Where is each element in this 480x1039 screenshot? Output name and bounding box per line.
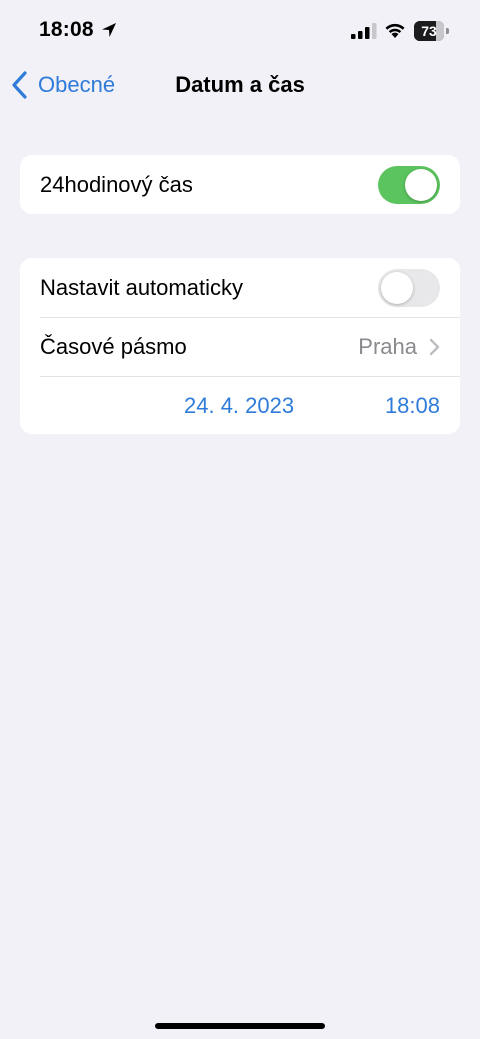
row-set-automatically: Nastavit automaticky — [20, 258, 460, 317]
row-label-24-hour-time: 24hodinový čas — [40, 171, 193, 197]
home-indicator — [155, 1023, 325, 1029]
status-time: 18:08 — [39, 18, 94, 41]
battery-icon: 73 — [414, 21, 450, 41]
settings-group-format: 24hodinový čas — [20, 155, 460, 214]
settings-group-datetime: Nastavit automaticky Časové pásmo Praha … — [20, 258, 460, 434]
time-picker-button[interactable]: 18:08 — [385, 393, 440, 419]
page-title: Datum a čas — [175, 72, 305, 97]
navigation-bar: Obecné Datum a čas — [0, 60, 480, 110]
battery-level: 73 — [421, 23, 437, 39]
status-bar: 18:08 73 — [0, 0, 480, 60]
location-arrow-icon — [102, 23, 116, 37]
toggle-set-automatically[interactable] — [378, 268, 440, 307]
row-date-time: 24. 4. 2023 18:08 — [20, 376, 460, 434]
toggle-knob — [405, 168, 437, 201]
toggle-knob — [381, 271, 413, 304]
time-zone-value: Praha — [358, 333, 417, 359]
cellular-signal-icon — [351, 23, 377, 39]
toggle-24-hour-time[interactable] — [378, 165, 440, 204]
row-24-hour-time: 24hodinový čas — [20, 155, 460, 214]
chevron-right-icon — [429, 338, 440, 355]
row-time-zone[interactable]: Časové pásmo Praha — [20, 317, 460, 376]
wifi-icon — [385, 23, 405, 38]
row-label-time-zone: Časové pásmo — [40, 333, 187, 359]
date-picker-button[interactable]: 24. 4. 2023 — [184, 393, 294, 419]
row-label-set-automatically: Nastavit automaticky — [40, 274, 243, 300]
